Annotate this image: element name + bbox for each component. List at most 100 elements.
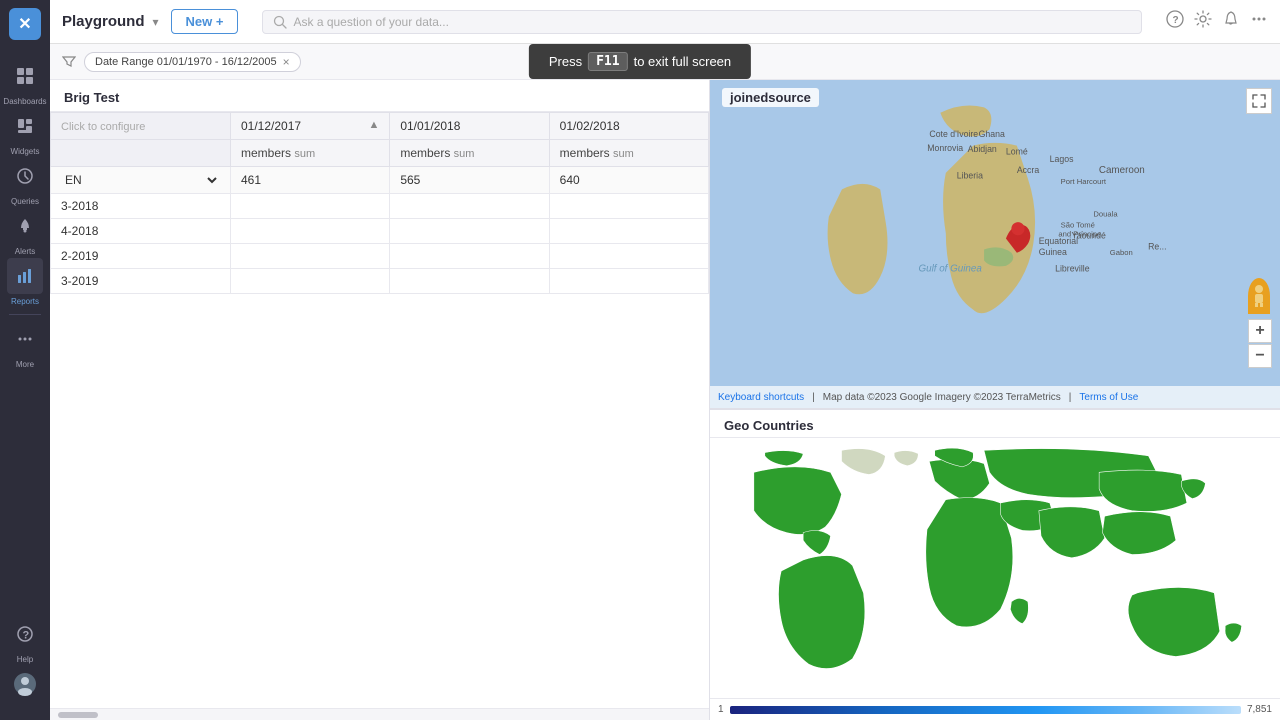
zoom-in-button[interactable]: + bbox=[1248, 319, 1272, 343]
row-2-val-1 bbox=[390, 244, 549, 269]
reports-label: Reports bbox=[11, 297, 39, 306]
question-icon: ? bbox=[1166, 10, 1184, 28]
filter-chip-label: Date Range 01/01/1970 - 16/12/2005 bbox=[95, 56, 277, 68]
title-dropdown-arrow[interactable]: ▾ bbox=[153, 15, 159, 29]
new-button[interactable]: New + bbox=[171, 9, 239, 34]
search-placeholder: Ask a question of your data... bbox=[293, 15, 448, 29]
map-footer: Keyboard shortcuts | Map data ©2023 Goog… bbox=[710, 386, 1280, 408]
geo-countries-widget: Geo Countries bbox=[710, 410, 1280, 720]
streetview-person[interactable] bbox=[1248, 278, 1270, 314]
keyboard-shortcuts-link[interactable]: Keyboard shortcuts bbox=[718, 392, 804, 403]
queries-icon bbox=[15, 166, 35, 186]
left-panel: Brig Test Click to configure 01/12/2017 … bbox=[50, 80, 710, 720]
topbar-actions: ? bbox=[1166, 10, 1268, 33]
zoom-out-button[interactable]: − bbox=[1248, 344, 1272, 368]
row-0-val-1 bbox=[390, 194, 549, 219]
terms-of-use-link[interactable]: Terms of Use bbox=[1079, 392, 1138, 403]
more-label: More bbox=[16, 360, 34, 369]
world-choropleth-map bbox=[710, 438, 1280, 693]
svg-text:Port Harcourt: Port Harcourt bbox=[1061, 177, 1107, 186]
f11-key-badge: F11 bbox=[588, 52, 627, 71]
settings-icon[interactable] bbox=[1194, 10, 1212, 33]
data-table-container[interactable]: Click to configure 01/12/2017 ▲ 01/01/20… bbox=[50, 112, 709, 708]
table-subheader-row: members sum members sum members sum bbox=[51, 140, 709, 167]
person-icon bbox=[1251, 284, 1267, 308]
sidebar-item-queries[interactable] bbox=[7, 158, 43, 194]
svg-text:Libreville: Libreville bbox=[1055, 263, 1090, 273]
svg-text:Cameroon: Cameroon bbox=[1099, 165, 1145, 176]
sidebar-item-user[interactable] bbox=[7, 666, 43, 702]
notification-icon[interactable] bbox=[1222, 10, 1240, 33]
user-avatar-icon bbox=[13, 672, 37, 696]
svg-text:São Tomé: São Tomé bbox=[1061, 221, 1095, 230]
sidebar-item-dashboards[interactable] bbox=[7, 58, 43, 94]
svg-text:?: ? bbox=[1173, 15, 1179, 26]
subheader-empty bbox=[51, 140, 231, 167]
map-zoom-controls: + − bbox=[1248, 278, 1272, 368]
members-label-2: members bbox=[400, 146, 453, 160]
date-range-filter[interactable]: Date Range 01/01/1970 - 16/12/2005 × bbox=[84, 52, 301, 72]
sidebar-item-reports[interactable] bbox=[7, 258, 43, 294]
row-label-0: 3-2018 bbox=[51, 194, 231, 219]
svg-text:Ghana: Ghana bbox=[979, 129, 1005, 139]
row-label-1: 4-2018 bbox=[51, 219, 231, 244]
row-3-val-1 bbox=[390, 269, 549, 294]
more-options-icon[interactable] bbox=[1250, 10, 1268, 33]
gear-icon bbox=[1194, 10, 1212, 28]
queries-label: Queries bbox=[11, 197, 39, 206]
horizontal-scrollbar[interactable] bbox=[50, 708, 709, 720]
table-row: 4-2018 bbox=[51, 219, 709, 244]
page-title: Playground bbox=[62, 13, 145, 30]
en-select-cell[interactable]: EN bbox=[51, 167, 231, 194]
help-icon: ? bbox=[15, 624, 35, 644]
map-fullscreen-button[interactable] bbox=[1246, 88, 1272, 114]
filter-remove-icon[interactable]: × bbox=[283, 55, 290, 69]
scale-max-value: 7,851 bbox=[1247, 704, 1272, 715]
color-scale: 1 7,851 bbox=[710, 698, 1280, 720]
row-1-val-2 bbox=[549, 219, 708, 244]
toast-message: to exit full screen bbox=[634, 54, 732, 69]
sidebar-item-alerts[interactable] bbox=[7, 208, 43, 244]
en-val-2: 565 bbox=[390, 167, 549, 194]
dashboards-icon bbox=[15, 66, 35, 86]
date-col-3: 01/02/2018 bbox=[549, 113, 708, 140]
row-1-val-1 bbox=[390, 219, 549, 244]
map-widget[interactable]: joinedsource G bbox=[710, 80, 1280, 410]
svg-text:Guinea: Guinea bbox=[1039, 247, 1067, 257]
svg-text:Re...: Re... bbox=[1148, 241, 1166, 251]
row-3-val-0 bbox=[231, 269, 390, 294]
date-col-2: 01/01/2018 bbox=[390, 113, 549, 140]
sidebar-item-more[interactable] bbox=[7, 321, 43, 357]
toast-press: Press bbox=[549, 54, 582, 69]
row-3-val-2 bbox=[549, 269, 708, 294]
svg-text:Abidjan: Abidjan bbox=[968, 144, 997, 154]
sidebar: ✕ Dashboards Widgets bbox=[0, 0, 50, 720]
sidebar-item-help[interactable]: ? bbox=[7, 616, 43, 652]
svg-text:Gulf of Guinea: Gulf of Guinea bbox=[918, 263, 982, 274]
app-logo[interactable]: ✕ bbox=[9, 8, 41, 40]
help-circle-icon[interactable]: ? bbox=[1166, 10, 1184, 33]
filter-icon bbox=[62, 55, 76, 69]
topbar: Playground ▾ New + Ask a question of you… bbox=[50, 0, 1280, 44]
row-2-val-0 bbox=[231, 244, 390, 269]
map-widget-title: joinedsource bbox=[722, 88, 819, 107]
search-bar[interactable]: Ask a question of your data... bbox=[262, 10, 1142, 34]
row-0-val-2 bbox=[549, 194, 708, 219]
en-val-1: 461 bbox=[231, 167, 390, 194]
sum-label-1: sum bbox=[294, 148, 315, 160]
scroll-thumb[interactable] bbox=[58, 712, 98, 718]
main-content: Playground ▾ New + Ask a question of you… bbox=[50, 0, 1280, 720]
sum-label-2: sum bbox=[454, 148, 475, 160]
table-header-row: Click to configure 01/12/2017 ▲ 01/01/20… bbox=[51, 113, 709, 140]
svg-text:Lomé: Lomé bbox=[1006, 146, 1028, 156]
svg-text:Gabon: Gabon bbox=[1110, 248, 1133, 257]
members-sum-1: members sum bbox=[231, 140, 390, 167]
sort-icon-1[interactable]: ▲ bbox=[368, 119, 379, 131]
sidebar-item-widgets[interactable] bbox=[7, 108, 43, 144]
fullscreen-toast: Press F11 to exit full screen bbox=[529, 44, 751, 79]
brig-test-title: Brig Test bbox=[50, 80, 709, 112]
widgets-icon bbox=[15, 116, 35, 136]
configure-col-header: Click to configure bbox=[51, 113, 231, 140]
en-select-dropdown[interactable]: EN bbox=[61, 172, 220, 188]
scale-min-value: 1 bbox=[718, 704, 724, 715]
